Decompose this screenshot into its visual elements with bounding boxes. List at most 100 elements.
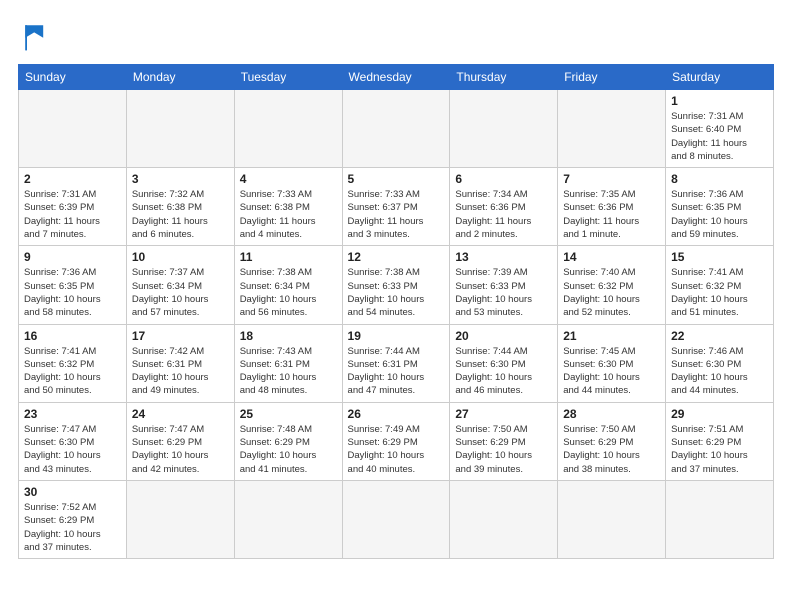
day-info: Sunrise: 7:38 AMSunset: 6:34 PMDaylight:… (240, 266, 337, 319)
page: SundayMondayTuesdayWednesdayThursdayFrid… (0, 0, 792, 612)
day-number: 13 (455, 250, 552, 264)
day-number: 5 (348, 172, 445, 186)
calendar-table: SundayMondayTuesdayWednesdayThursdayFrid… (18, 64, 774, 559)
calendar-cell (126, 90, 234, 168)
calendar-cell: 13Sunrise: 7:39 AMSunset: 6:33 PMDayligh… (450, 246, 558, 324)
calendar-cell: 16 Sunrise: 7:41 AMSunset: 6:32 PMDayligh… (19, 324, 127, 402)
day-number: 6 (455, 172, 552, 186)
day-info: Sunrise: 7:33 AMSunset: 6:38 PMDaylight:… (240, 188, 337, 241)
calendar-week-6: 30Sunrise: 7:52 AMSunset: 6:29 PMDayligh… (19, 480, 774, 558)
calendar-cell: 11Sunrise: 7:38 AMSunset: 6:34 PMDayligh… (234, 246, 342, 324)
calendar-cell: 15 Sunrise: 7:41 AMSunset: 6:32 PMDayligh… (666, 246, 774, 324)
day-info: Sunrise: 7:46 AMSunset: 6:30 PMDaylight:… (671, 345, 768, 398)
day-number: 16 (24, 329, 121, 343)
calendar-cell: 23Sunrise: 7:47 AMSunset: 6:30 PMDayligh… (19, 402, 127, 480)
weekday-header-saturday: Saturday (666, 65, 774, 90)
day-number: 3 (132, 172, 229, 186)
day-info: Sunrise: 7:42 AMSunset: 6:31 PMDaylight:… (132, 345, 229, 398)
day-info: Sunrise: 7:31 AMSunset: 6:39 PMDaylight:… (24, 188, 121, 241)
calendar-cell: 24Sunrise: 7:47 AMSunset: 6:29 PMDayligh… (126, 402, 234, 480)
day-number: 1 (671, 94, 768, 108)
day-info: Sunrise: 7:45 AMSunset: 6:30 PMDaylight:… (563, 345, 660, 398)
day-info: Sunrise: 7:52 AMSunset: 6:29 PMDaylight:… (24, 501, 121, 554)
day-info: Sunrise: 7:41 AMSunset: 6:32 PMDaylight:… (671, 266, 768, 319)
day-info: Sunrise: 7:44 AMSunset: 6:30 PMDaylight:… (455, 345, 552, 398)
calendar-cell (558, 480, 666, 558)
day-info: Sunrise: 7:48 AMSunset: 6:29 PMDaylight:… (240, 423, 337, 476)
calendar-cell (558, 90, 666, 168)
calendar-week-5: 23Sunrise: 7:47 AMSunset: 6:30 PMDayligh… (19, 402, 774, 480)
calendar-cell: 12 Sunrise: 7:38 AMSunset: 6:33 PMDayligh… (342, 246, 450, 324)
day-number: 20 (455, 329, 552, 343)
day-number: 27 (455, 407, 552, 421)
day-number: 18 (240, 329, 337, 343)
day-info: Sunrise: 7:47 AMSunset: 6:30 PMDaylight:… (24, 423, 121, 476)
calendar-cell: 30Sunrise: 7:52 AMSunset: 6:29 PMDayligh… (19, 480, 127, 558)
day-info: Sunrise: 7:32 AMSunset: 6:38 PMDaylight:… (132, 188, 229, 241)
day-number: 21 (563, 329, 660, 343)
calendar-cell: 20 Sunrise: 7:44 AMSunset: 6:30 PMDayligh… (450, 324, 558, 402)
day-number: 14 (563, 250, 660, 264)
day-info: Sunrise: 7:36 AMSunset: 6:35 PMDaylight:… (671, 188, 768, 241)
day-info: Sunrise: 7:51 AMSunset: 6:29 PMDaylight:… (671, 423, 768, 476)
day-info: Sunrise: 7:50 AMSunset: 6:29 PMDaylight:… (563, 423, 660, 476)
day-info: Sunrise: 7:33 AMSunset: 6:37 PMDaylight:… (348, 188, 445, 241)
day-number: 12 (348, 250, 445, 264)
calendar-cell (666, 480, 774, 558)
day-number: 2 (24, 172, 121, 186)
calendar-cell: 27 Sunrise: 7:50 AMSunset: 6:29 PMDayligh… (450, 402, 558, 480)
weekday-header-sunday: Sunday (19, 65, 127, 90)
calendar-cell (234, 90, 342, 168)
day-number: 4 (240, 172, 337, 186)
calendar-cell: 5 Sunrise: 7:33 AMSunset: 6:37 PMDaylight… (342, 168, 450, 246)
day-info: Sunrise: 7:50 AMSunset: 6:29 PMDaylight:… (455, 423, 552, 476)
day-number: 29 (671, 407, 768, 421)
logo-icon (18, 18, 54, 54)
calendar-week-1: 1 Sunrise: 7:31 AMSunset: 6:40 PMDaylight… (19, 90, 774, 168)
weekday-header-row: SundayMondayTuesdayWednesdayThursdayFrid… (19, 65, 774, 90)
calendar-cell: 7 Sunrise: 7:35 AMSunset: 6:36 PMDaylight… (558, 168, 666, 246)
calendar-cell: 6 Sunrise: 7:34 AMSunset: 6:36 PMDaylight… (450, 168, 558, 246)
day-number: 19 (348, 329, 445, 343)
day-number: 15 (671, 250, 768, 264)
day-info: Sunrise: 7:43 AMSunset: 6:31 PMDaylight:… (240, 345, 337, 398)
calendar-week-2: 2 Sunrise: 7:31 AMSunset: 6:39 PMDaylight… (19, 168, 774, 246)
calendar-cell: 25 Sunrise: 7:48 AMSunset: 6:29 PMDayligh… (234, 402, 342, 480)
calendar-cell: 26Sunrise: 7:49 AMSunset: 6:29 PMDayligh… (342, 402, 450, 480)
weekday-header-tuesday: Tuesday (234, 65, 342, 90)
day-info: Sunrise: 7:37 AMSunset: 6:34 PMDaylight:… (132, 266, 229, 319)
calendar-cell (126, 480, 234, 558)
weekday-header-wednesday: Wednesday (342, 65, 450, 90)
weekday-header-monday: Monday (126, 65, 234, 90)
day-info: Sunrise: 7:38 AMSunset: 6:33 PMDaylight:… (348, 266, 445, 319)
calendar-cell: 1 Sunrise: 7:31 AMSunset: 6:40 PMDaylight… (666, 90, 774, 168)
calendar-cell (342, 90, 450, 168)
logo (18, 18, 58, 54)
calendar-cell: 9Sunrise: 7:36 AMSunset: 6:35 PMDaylight… (19, 246, 127, 324)
calendar-cell (450, 480, 558, 558)
day-info: Sunrise: 7:31 AMSunset: 6:40 PMDaylight:… (671, 110, 768, 163)
day-number: 7 (563, 172, 660, 186)
day-info: Sunrise: 7:49 AMSunset: 6:29 PMDaylight:… (348, 423, 445, 476)
calendar-cell: 10Sunrise: 7:37 AMSunset: 6:34 PMDayligh… (126, 246, 234, 324)
calendar-cell: 17 Sunrise: 7:42 AMSunset: 6:31 PMDayligh… (126, 324, 234, 402)
weekday-header-friday: Friday (558, 65, 666, 90)
day-info: Sunrise: 7:34 AMSunset: 6:36 PMDaylight:… (455, 188, 552, 241)
day-number: 22 (671, 329, 768, 343)
day-number: 9 (24, 250, 121, 264)
calendar-week-3: 9Sunrise: 7:36 AMSunset: 6:35 PMDaylight… (19, 246, 774, 324)
calendar-cell: 14Sunrise: 7:40 AMSunset: 6:32 PMDayligh… (558, 246, 666, 324)
calendar-week-4: 16 Sunrise: 7:41 AMSunset: 6:32 PMDayligh… (19, 324, 774, 402)
day-number: 8 (671, 172, 768, 186)
calendar-cell: 2 Sunrise: 7:31 AMSunset: 6:39 PMDaylight… (19, 168, 127, 246)
calendar-cell: 21 Sunrise: 7:45 AMSunset: 6:30 PMDayligh… (558, 324, 666, 402)
calendar-cell (450, 90, 558, 168)
day-number: 17 (132, 329, 229, 343)
calendar-cell: 8 Sunrise: 7:36 AMSunset: 6:35 PMDaylight… (666, 168, 774, 246)
day-number: 24 (132, 407, 229, 421)
day-info: Sunrise: 7:35 AMSunset: 6:36 PMDaylight:… (563, 188, 660, 241)
day-info: Sunrise: 7:41 AMSunset: 6:32 PMDaylight:… (24, 345, 121, 398)
calendar-cell: 29 Sunrise: 7:51 AMSunset: 6:29 PMDayligh… (666, 402, 774, 480)
day-number: 25 (240, 407, 337, 421)
calendar-cell: 19Sunrise: 7:44 AMSunset: 6:31 PMDayligh… (342, 324, 450, 402)
